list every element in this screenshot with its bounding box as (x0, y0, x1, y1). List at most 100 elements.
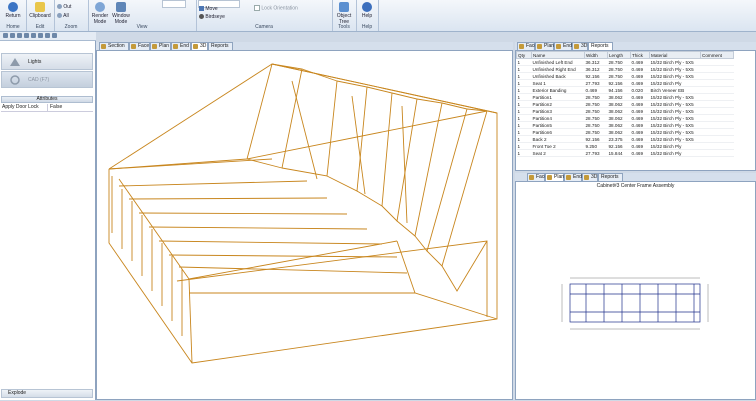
table-cell: 1 (516, 58, 532, 66)
table-row[interactable]: 1 Partition1 28.750 38.062 0.469 15/32 Birch … (516, 93, 734, 101)
table-cell: 1 (516, 93, 532, 101)
explode-button[interactable]: Explode (1, 389, 93, 398)
tab-label: Reports (601, 174, 619, 180)
tab-label: 3D (581, 43, 588, 49)
properties-icon[interactable] (45, 33, 50, 38)
clipboard-button[interactable]: Clipboard (28, 2, 52, 19)
plan-view[interactable]: Cabinet#3 Center Frame Assembly (515, 181, 756, 400)
table-row[interactable]: 1 Unfinished Back 92.156 28.750 0.469 15/32 B… (516, 72, 734, 80)
column-header[interactable]: Length (607, 51, 631, 59)
lights-button[interactable]: Lights (1, 53, 93, 70)
wireframe-model[interactable] (97, 51, 512, 399)
window-mode-button[interactable]: Window Mode (110, 2, 132, 25)
column-header[interactable]: Material (649, 51, 701, 59)
attribute-name: Apply Door Lock (2, 104, 39, 110)
table-cell: 28.750 (584, 107, 608, 115)
move-button[interactable]: Move (199, 6, 218, 12)
table-cell: Partition1 (531, 93, 585, 101)
3d-view[interactable] (96, 50, 513, 400)
table-cell: Seat 1 (531, 79, 585, 87)
checkbox-icon (254, 5, 260, 11)
table-row[interactable]: 1 Unfinished Left End 36.312 28.750 0.469 15/… (516, 58, 734, 66)
end-icon (173, 44, 178, 49)
open-icon[interactable] (10, 33, 15, 38)
table-cell: 1 (516, 114, 532, 122)
column-header[interactable]: Thick (630, 51, 650, 59)
tab-end-bottom[interactable]: End (564, 173, 582, 181)
table-cell (700, 100, 734, 108)
face-icon (529, 175, 534, 180)
top-right-tab-bar: Face Plan End 3D Reports (515, 42, 756, 50)
tab-plan[interactable]: Plan (150, 42, 171, 50)
table-cell: 94.156 (607, 86, 631, 94)
redo-icon[interactable] (38, 33, 43, 38)
table-cell: 1 (516, 86, 532, 94)
tab-3d-bottom[interactable]: 3D (582, 173, 598, 181)
table-cell (700, 135, 734, 143)
new-icon[interactable] (3, 33, 8, 38)
column-header[interactable]: Comment (700, 51, 734, 59)
tab-reports-top[interactable]: Reports (588, 42, 613, 50)
object-tree-button[interactable]: Object Tree (333, 2, 355, 25)
tab-face-bottom[interactable]: Face (527, 173, 547, 181)
column-header[interactable]: Width (584, 51, 608, 59)
table-row[interactable]: 1 Front Toe 2 9.250 92.156 0.469 15/32 Birch … (516, 142, 734, 150)
table-cell: 0.469 (630, 72, 650, 80)
birdseye-button[interactable]: Birdseye (199, 14, 225, 20)
section-icon (101, 44, 106, 49)
render-mode-button[interactable]: Render Mode (90, 2, 110, 25)
tab-face[interactable]: Face (129, 42, 150, 50)
save-icon[interactable] (17, 33, 22, 38)
tab-face-top[interactable]: Face (517, 42, 537, 50)
zoom-out-button[interactable]: Out (57, 4, 71, 10)
table-cell: 1 (516, 128, 532, 136)
tab-section[interactable]: Section (99, 42, 129, 50)
table-row[interactable]: 1 Exterior Banding 0.469 94.156 0.020 Birch V… (516, 86, 734, 94)
cad-button[interactable]: CAD (F7) (1, 71, 93, 88)
table-row[interactable]: 1 Back 2 92.156 23.375 0.469 15/32 Birch Ply … (516, 135, 734, 143)
tab-end[interactable]: End (171, 42, 191, 50)
table-row[interactable]: 1 Seat 2 27.793 15.844 0.469 15/32 Birch Ply (516, 149, 734, 157)
settings-icon[interactable] (52, 33, 57, 38)
tab-reports[interactable]: Reports (208, 42, 233, 50)
table-row[interactable]: 1 Seat 1 27.793 92.156 0.469 15/32 Birch Ply (516, 79, 734, 87)
table-row[interactable]: 1 Partition3 28.750 38.062 0.469 15/32 Birch … (516, 107, 734, 115)
table-cell: 1 (516, 149, 532, 157)
tab-end-top[interactable]: End (554, 42, 572, 50)
ribbon-group-label: View (136, 24, 148, 30)
view-dropdown[interactable] (162, 0, 186, 8)
zoom-all-button[interactable]: All (57, 13, 69, 19)
table-cell: 23.375 (607, 135, 631, 143)
table-row[interactable]: 1 Partition6 28.750 38.062 0.469 15/32 Birch … (516, 128, 734, 136)
table-cell (700, 72, 734, 80)
tab-plan-bottom[interactable]: Plan (545, 173, 564, 181)
tab-3d[interactable]: 3D (191, 42, 208, 50)
ribbon: Return Home Clipboard Edit Out All Zoom … (0, 0, 756, 32)
undo-icon[interactable] (31, 33, 36, 38)
tab-3d-top[interactable]: 3D (572, 42, 588, 50)
table-row[interactable]: 1 Partition2 28.750 38.062 0.469 15/32 Birch … (516, 100, 734, 108)
table-row[interactable]: 1 Partition5 28.750 38.062 0.469 15/32 Birch … (516, 121, 734, 129)
help-button[interactable]: Help (357, 2, 377, 19)
move-label: Move (205, 6, 218, 12)
table-row[interactable]: 1 Partition4 28.750 38.062 0.469 15/32 Birch … (516, 114, 734, 122)
table-cell: 27.793 (584, 149, 608, 157)
end-icon (566, 175, 571, 180)
tab-reports-bottom[interactable]: Reports (598, 173, 623, 181)
table-row[interactable]: 1 Unfinished Right End 36.312 28.750 0.469 15… (516, 65, 734, 73)
table-cell: 15/32 Birch Ply (649, 79, 701, 87)
return-button[interactable]: Return (2, 2, 24, 19)
attribute-value[interactable]: False (47, 104, 62, 111)
tab-label: End (180, 43, 189, 49)
table-cell (700, 142, 734, 150)
table-cell: 1 (516, 121, 532, 129)
table-cell: 0.020 (630, 86, 650, 94)
table-cell: Unfinished Back (531, 72, 585, 80)
print-icon[interactable] (24, 33, 29, 38)
attribute-row[interactable]: Apply Door Lock False (1, 104, 93, 112)
lights-label: Lights (28, 59, 42, 65)
tab-plan-top[interactable]: Plan (535, 42, 554, 50)
lock-orientation-checkbox[interactable]: Lock Orientation (254, 5, 298, 11)
column-header[interactable]: Qty (516, 51, 532, 59)
column-header[interactable]: Name (531, 51, 585, 59)
